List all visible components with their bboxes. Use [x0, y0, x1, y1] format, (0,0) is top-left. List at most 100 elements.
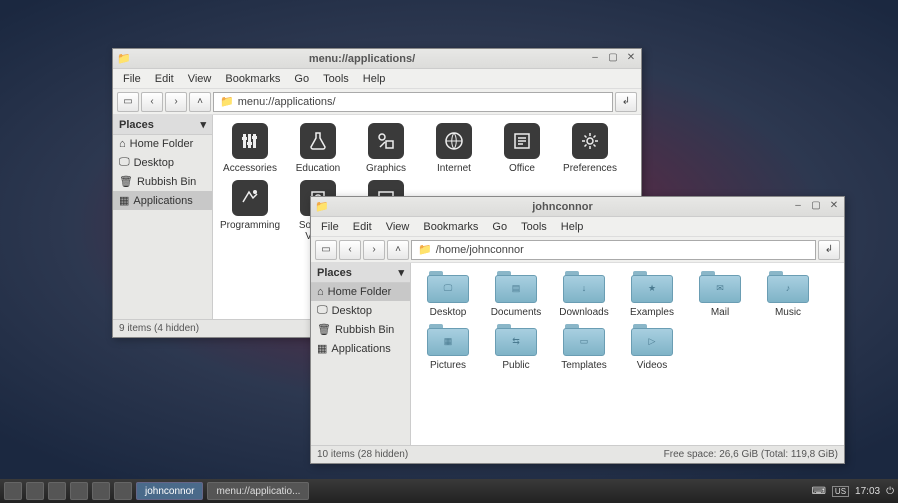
- taskbar: johnconnor menu://applicatio... ⌨ US 17:…: [0, 479, 898, 503]
- go-button[interactable]: ↲: [615, 92, 637, 112]
- folder-videos[interactable]: ▷ Videos: [623, 324, 681, 371]
- address-bar[interactable]: 📁/home/johnconnor: [411, 240, 816, 260]
- layout-indicator[interactable]: US: [832, 486, 849, 497]
- folder-icon: ✉: [699, 271, 741, 303]
- folder-mail[interactable]: ✉Mail: [691, 271, 749, 318]
- app-category-office[interactable]: Office: [493, 123, 551, 174]
- menu-help[interactable]: Help: [357, 71, 392, 87]
- folder-icon: ▷: [631, 324, 673, 356]
- up-button[interactable]: ˄: [387, 240, 409, 260]
- menu-tools[interactable]: Tools: [515, 219, 553, 235]
- folder-icon: 📁: [117, 52, 131, 66]
- power-icon[interactable]: ⏻: [886, 486, 894, 497]
- show-desktop-button[interactable]: [92, 482, 110, 500]
- titlebar[interactable]: 📁 menu://applications/ – ▢ ✕: [113, 49, 641, 69]
- close-button[interactable]: ✕: [625, 53, 637, 65]
- office-icon: [504, 123, 540, 159]
- minimize-button[interactable]: –: [589, 53, 601, 65]
- sidebar-item-desktop[interactable]: 🖵Desktop: [311, 301, 410, 320]
- menu-view[interactable]: View: [380, 219, 416, 235]
- graphics-icon: [368, 123, 404, 159]
- forward-button[interactable]: ›: [165, 92, 187, 112]
- menu-edit[interactable]: Edit: [149, 71, 180, 87]
- start-menu-button[interactable]: [4, 482, 22, 500]
- folder-public[interactable]: ⇆Public: [487, 324, 545, 371]
- new-tab-button[interactable]: ▭: [117, 92, 139, 112]
- folder-icon: ▭: [563, 324, 605, 356]
- menu-file[interactable]: File: [315, 219, 345, 235]
- titlebar[interactable]: 📁 johnconnor – ▢ ✕: [311, 197, 844, 217]
- go-button[interactable]: ↲: [818, 240, 840, 260]
- maximize-button[interactable]: ▢: [607, 53, 619, 65]
- forward-button[interactable]: ›: [363, 240, 385, 260]
- folder-icon: 📁: [220, 95, 234, 108]
- folder-pictures[interactable]: ▦Pictures: [419, 324, 477, 371]
- folder-icon: ★: [631, 271, 673, 303]
- folder-downloads[interactable]: ↓ Downloads: [555, 271, 613, 318]
- app-label: Education: [296, 163, 340, 174]
- sidebar-item-home[interactable]: ⌂Home Folder: [311, 283, 410, 301]
- address-bar[interactable]: 📁menu://applications/: [213, 92, 613, 112]
- menu-bookmarks[interactable]: Bookmarks: [219, 71, 286, 87]
- menu-view[interactable]: View: [182, 71, 218, 87]
- trash-icon: 🗑: [317, 323, 331, 336]
- places-header[interactable]: Places▾: [311, 263, 410, 283]
- window-title: menu://applications/: [135, 53, 589, 65]
- app-category-programming[interactable]: Programming: [221, 180, 279, 242]
- new-tab-button[interactable]: ▭: [315, 240, 337, 260]
- menu-edit[interactable]: Edit: [347, 219, 378, 235]
- apps-icon: ▦: [119, 194, 129, 207]
- places-header[interactable]: Places▾: [113, 115, 212, 135]
- keyboard-indicator[interactable]: ⌨: [811, 486, 825, 497]
- close-button[interactable]: ✕: [828, 201, 840, 213]
- icon-view[interactable]: 🖵Desktop▤Documents ↓ Downloads ★Examples✉Ma…: [411, 263, 844, 445]
- taskbar-entry-home[interactable]: johnconnor: [136, 482, 203, 500]
- app-category-internet[interactable]: Internet: [425, 123, 483, 174]
- folder-label: Downloads: [559, 307, 608, 318]
- menu-go[interactable]: Go: [288, 71, 315, 87]
- minimize-button[interactable]: –: [792, 201, 804, 213]
- sidebar-item-home[interactable]: ⌂Home Folder: [113, 135, 212, 153]
- back-button[interactable]: ‹: [141, 92, 163, 112]
- up-button[interactable]: ˄: [189, 92, 211, 112]
- folder-music[interactable]: ♪Music: [759, 271, 817, 318]
- app-label: Internet: [437, 163, 471, 174]
- menu-go[interactable]: Go: [486, 219, 513, 235]
- launcher-terminal[interactable]: [70, 482, 88, 500]
- menu-bookmarks[interactable]: Bookmarks: [417, 219, 484, 235]
- apps-icon: ▦: [317, 342, 327, 355]
- app-category-education[interactable]: Education: [289, 123, 347, 174]
- sidebar-item-trash[interactable]: 🗑Rubbish Bin: [113, 172, 212, 191]
- launcher-browser[interactable]: [48, 482, 66, 500]
- workspace-switcher[interactable]: [114, 482, 132, 500]
- folder-label: Pictures: [430, 360, 466, 371]
- launcher-filemanager[interactable]: [26, 482, 44, 500]
- trash-icon: 🗑: [119, 175, 133, 188]
- app-label: Office: [509, 163, 535, 174]
- menu-help[interactable]: Help: [555, 219, 590, 235]
- app-category-graphics[interactable]: Graphics: [357, 123, 415, 174]
- folder-label: Videos: [637, 360, 667, 371]
- sidebar-item-applications[interactable]: ▦Applications: [311, 339, 410, 358]
- back-button[interactable]: ‹: [339, 240, 361, 260]
- folder-icon: ↓: [563, 271, 605, 303]
- clock[interactable]: 17:03: [855, 486, 880, 497]
- folder-examples[interactable]: ★Examples: [623, 271, 681, 318]
- app-label: Programming: [220, 220, 280, 231]
- sidebar-item-trash[interactable]: 🗑Rubbish Bin: [311, 320, 410, 339]
- sidebar-item-applications[interactable]: ▦Applications: [113, 191, 212, 210]
- sidebar: Places▾ ⌂Home Folder 🖵Desktop 🗑Rubbish B…: [113, 115, 213, 319]
- folder-templates[interactable]: ▭Templates: [555, 324, 613, 371]
- sidebar: Places▾ ⌂Home Folder 🖵Desktop 🗑Rubbish B…: [311, 263, 411, 445]
- menu-file[interactable]: File: [117, 71, 147, 87]
- app-label: Preferences: [563, 163, 617, 174]
- taskbar-entry-applications[interactable]: menu://applicatio...: [207, 482, 309, 500]
- app-category-accessories[interactable]: Accessories: [221, 123, 279, 174]
- folder-desktop[interactable]: 🖵Desktop: [419, 271, 477, 318]
- maximize-button[interactable]: ▢: [810, 201, 822, 213]
- menu-tools[interactable]: Tools: [317, 71, 355, 87]
- folder-documents[interactable]: ▤Documents: [487, 271, 545, 318]
- app-category-preferences[interactable]: Preferences: [561, 123, 619, 174]
- menubar: File Edit View Bookmarks Go Tools Help: [113, 69, 641, 89]
- sidebar-item-desktop[interactable]: 🖵Desktop: [113, 153, 212, 172]
